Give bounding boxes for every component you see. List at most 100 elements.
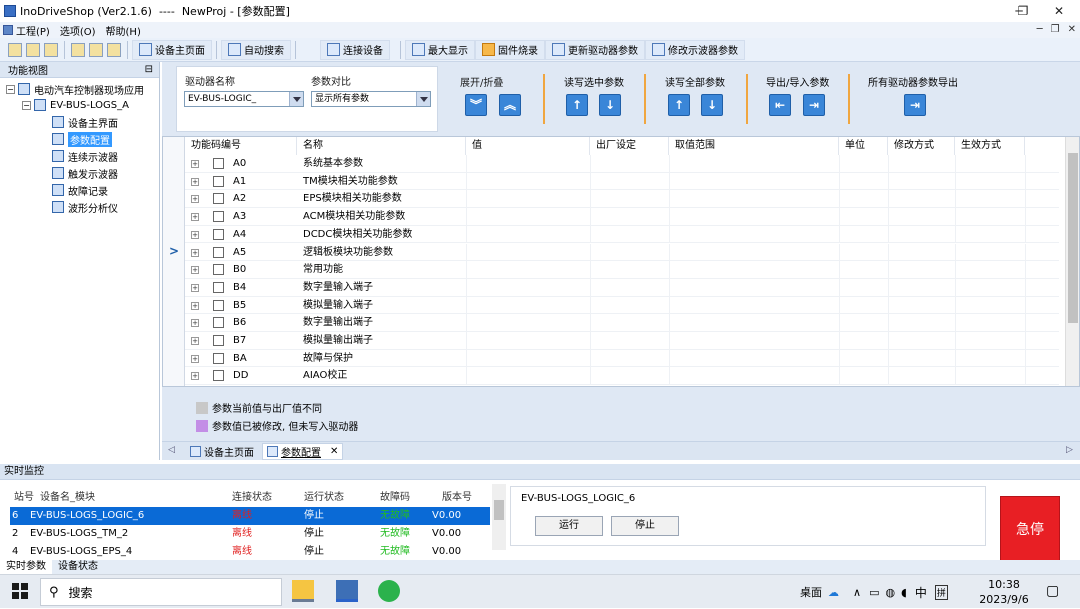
expand-icon[interactable]: + xyxy=(191,213,199,222)
mdi-restore-button[interactable]: ❐ xyxy=(1051,24,1060,35)
row-checkbox[interactable] xyxy=(213,370,224,382)
column-header[interactable]: 修改方式 xyxy=(888,137,955,155)
tab-param-config[interactable]: 参数配置 ✕ xyxy=(262,443,344,460)
new-file-icon[interactable] xyxy=(8,42,22,57)
driver-select[interactable]: EV-BUS-LOGIC_ xyxy=(184,91,304,107)
expand-icon[interactable]: + xyxy=(191,230,199,239)
monitor-row[interactable]: 2 EV-BUS-LOGS_TM_2 离线 停止 无故障 V0.00 xyxy=(10,525,490,543)
tree-item[interactable]: 触发示波器 xyxy=(52,165,118,181)
table-row[interactable]: + B6 数字量输出端子 xyxy=(185,314,1059,332)
notification-icon[interactable]: ▢ xyxy=(1046,583,1059,599)
table-row[interactable]: + A3 ACM模块相关功能参数 xyxy=(185,208,1059,226)
speaker-icon[interactable]: ◖ xyxy=(901,586,907,599)
row-checkbox[interactable] xyxy=(213,193,224,205)
tree-item[interactable]: 故障记录 xyxy=(52,182,108,198)
collapse-icon[interactable]: − xyxy=(22,100,31,110)
row-checkbox[interactable] xyxy=(213,352,224,364)
firmware-burn-button[interactable]: 固件烧录 xyxy=(475,39,545,60)
expand-icon[interactable]: + xyxy=(191,301,199,310)
emergency-stop-button[interactable]: 急停 xyxy=(1000,496,1060,562)
expand-icon[interactable]: + xyxy=(191,248,199,257)
network-icon[interactable]: ◍ xyxy=(885,586,895,599)
desktop-label[interactable]: 桌面 xyxy=(800,584,822,600)
modify-scope-params-button[interactable]: 修改示波器参数 xyxy=(645,39,745,60)
tab-realtime-params[interactable]: 实时参数 xyxy=(0,560,52,574)
windows-start-icon[interactable] xyxy=(12,583,28,599)
open-folder-icon[interactable] xyxy=(26,42,40,57)
tab-scroll-left-icon[interactable]: ◁ xyxy=(168,445,175,455)
read-all-up-button[interactable]: ↑ xyxy=(668,94,690,116)
vertical-scrollbar[interactable] xyxy=(1065,137,1079,386)
tab-scroll-right-icon[interactable]: ▷ xyxy=(1066,445,1073,455)
expand-icon[interactable]: + xyxy=(191,337,199,345)
table-row[interactable]: + B7 模拟量输出端子 xyxy=(185,332,1059,350)
expand-all-button[interactable]: ︾ xyxy=(465,94,487,116)
table-row[interactable]: + A1 TM模块相关功能参数 xyxy=(185,172,1059,191)
table-row[interactable]: + B0 常用功能 xyxy=(185,261,1059,279)
table-row[interactable]: + A2 EPS模块相关功能参数 xyxy=(185,190,1059,209)
expand-icon[interactable]: + xyxy=(191,283,199,292)
inodriveshop-app-icon[interactable] xyxy=(336,580,358,602)
menu-project[interactable]: 工程(P) xyxy=(0,23,50,38)
table-row[interactable]: + A5 逻辑板模块功能参数 xyxy=(185,243,1059,262)
file-explorer-icon[interactable] xyxy=(292,580,314,602)
run-button[interactable]: 运行 xyxy=(535,516,603,536)
tree-item[interactable]: 参数配置 xyxy=(52,131,112,147)
stop-button[interactable]: 停止 xyxy=(611,516,679,536)
row-checkbox[interactable] xyxy=(213,317,224,329)
table-row[interactable]: + A0 系统基本参数 xyxy=(185,155,1059,173)
menu-help[interactable]: 帮助(H) xyxy=(106,23,141,38)
row-checkbox[interactable] xyxy=(213,281,224,293)
write-all-down-button[interactable]: ↓ xyxy=(701,94,723,116)
taskbar-search[interactable]: ⚲ 搜索 xyxy=(40,578,282,606)
expand-icon[interactable]: + xyxy=(191,266,199,275)
tools-icon[interactable] xyxy=(71,42,85,57)
expand-icon[interactable]: + xyxy=(191,160,199,168)
row-checkbox[interactable] xyxy=(213,158,224,169)
auto-search-button[interactable]: 自动搜索 xyxy=(221,39,291,60)
row-checkbox[interactable] xyxy=(213,175,224,187)
ime-indicator[interactable]: 中 xyxy=(915,584,927,601)
expand-icon[interactable]: + xyxy=(191,372,199,381)
monitor-row[interactable]: 6 EV-BUS-LOGS_LOGIC_6 离线 停止 无故障 V0.00 xyxy=(10,507,490,525)
tab-device-status[interactable]: 设备状态 xyxy=(52,560,104,574)
mdi-minimize-button[interactable]: ─ xyxy=(1037,24,1043,35)
expand-icon[interactable]: + xyxy=(191,177,199,186)
export-all-button[interactable]: ⇥ xyxy=(904,94,926,116)
monitor-scrollbar[interactable] xyxy=(492,484,506,550)
table-row[interactable]: + B5 模拟量输入端子 xyxy=(185,296,1059,315)
monitor-row[interactable]: 4 EV-BUS-LOGS_EPS_4 离线 停止 无故障 V0.00 xyxy=(10,543,490,561)
device-home-button[interactable]: 设备主页面 xyxy=(132,39,212,60)
tree-item[interactable]: 连续示波器 xyxy=(52,148,118,164)
scroll-thumb[interactable] xyxy=(1068,153,1078,323)
expand-icon[interactable]: + xyxy=(191,195,199,204)
row-checkbox[interactable] xyxy=(213,264,224,276)
user-icon[interactable] xyxy=(44,42,58,57)
write-selected-down-button[interactable]: ↓ xyxy=(599,94,621,116)
chevron-up-icon[interactable]: ∧ xyxy=(853,586,861,599)
maximize-display-button[interactable]: 最大显示 xyxy=(405,39,475,60)
row-checkbox[interactable] xyxy=(213,335,224,346)
column-header[interactable]: 出厂设定 xyxy=(590,137,669,155)
connect-device-button[interactable]: 连接设备 xyxy=(320,39,390,60)
column-header[interactable]: 取值范围 xyxy=(669,137,839,155)
clock[interactable]: 10:38 2023/9/6 xyxy=(976,577,1032,607)
tree-item[interactable]: 波形分析仪 xyxy=(52,199,118,215)
expand-icon[interactable]: + xyxy=(191,319,199,328)
tree-device[interactable]: − EV-BUS-LOGS_A xyxy=(22,97,129,113)
import-params-button[interactable]: ⇥ xyxy=(803,94,825,116)
battery-icon[interactable]: ▭ xyxy=(869,586,879,599)
ime-mode-icon[interactable]: 拼 xyxy=(934,584,948,600)
collapse-icon[interactable]: − xyxy=(6,84,15,94)
export-params-button[interactable]: ⇤ xyxy=(769,94,791,116)
wechat-icon[interactable] xyxy=(378,580,400,602)
print-icon[interactable] xyxy=(89,42,103,57)
table-row[interactable]: + BA 故障与保护 xyxy=(185,349,1059,368)
close-icon[interactable]: ✕ xyxy=(330,446,338,457)
tree-item[interactable]: 设备主界面 xyxy=(52,114,118,130)
mdi-close-button[interactable]: ✕ xyxy=(1068,24,1076,35)
expand-icon[interactable]: + xyxy=(191,354,199,363)
column-header[interactable]: 值 xyxy=(466,137,590,155)
column-header[interactable]: 生效方式 xyxy=(955,137,1025,155)
menu-options[interactable]: 选项(O) xyxy=(60,23,96,38)
